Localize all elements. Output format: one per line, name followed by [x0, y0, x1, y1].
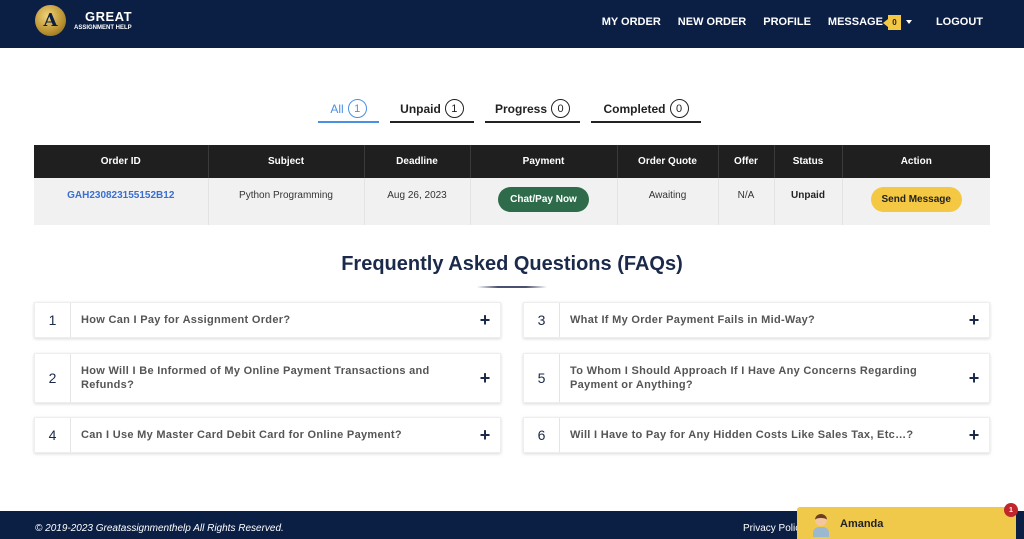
plus-icon[interactable]: +	[470, 368, 500, 389]
top-navbar: A GREAT ASSIGNMENT HELP MY ORDER NEW ORD…	[0, 0, 1024, 48]
offer-cell: N/A	[718, 178, 775, 225]
plus-icon[interactable]: +	[470, 425, 500, 446]
faq-item[interactable]: 6 Will I Have to Pay for Any Hidden Cost…	[523, 417, 990, 453]
nav-message[interactable]: MESSAGE	[828, 16, 883, 28]
plus-icon[interactable]: +	[470, 310, 500, 331]
order-filter-tabs: All 1 Unpaid 1 Progress 0 Completed 0	[318, 96, 712, 123]
tab-count-badge: 1	[347, 99, 367, 118]
copyright-text: © 2019-2023 Greatassignmenthelp All Righ…	[35, 523, 284, 534]
faq-question: Will I Have to Pay for Any Hidden Costs …	[570, 429, 914, 441]
col-subject: Subject	[208, 145, 365, 178]
col-order-id: Order ID	[34, 145, 209, 178]
faq-question: Can I Use My Master Card Debit Card for …	[81, 429, 402, 441]
col-status: Status	[774, 145, 843, 178]
faq-number: 6	[524, 418, 560, 452]
tab-count-badge: 0	[669, 99, 689, 118]
tab-progress[interactable]: Progress 0	[485, 96, 580, 123]
orders-table: Order ID Subject Deadline Payment Order …	[34, 145, 990, 225]
faq-question: How Will I Be Informed of My Online Paym…	[81, 365, 430, 391]
tab-label: Completed	[603, 101, 666, 116]
faq-number: 2	[35, 354, 71, 402]
tab-label: All	[330, 101, 344, 116]
send-message-button[interactable]: Send Message	[870, 187, 962, 212]
faq-item[interactable]: 2 How Will I Be Informed of My Online Pa…	[34, 353, 501, 403]
faq-number: 3	[524, 303, 560, 337]
message-count-badge: 0	[882, 14, 901, 30]
tab-completed[interactable]: Completed 0	[591, 96, 701, 123]
heading-divider	[477, 286, 547, 288]
plus-icon[interactable]: +	[959, 368, 989, 389]
faq-number: 4	[35, 418, 71, 452]
table-row: GAH230823155152B12 Python Programming Au…	[34, 178, 990, 225]
status-badge: Unpaid	[791, 190, 825, 201]
faq-number: 5	[524, 354, 560, 402]
caret-down-icon[interactable]	[905, 20, 912, 24]
main-nav: MY ORDER NEW ORDER PROFILE MESSAGE 0 LOG…	[602, 0, 1024, 44]
tab-count-badge: 0	[551, 99, 571, 118]
col-order-quote: Order Quote	[617, 145, 719, 178]
col-action: Action	[842, 145, 990, 178]
col-deadline: Deadline	[364, 145, 471, 178]
nav-profile[interactable]: PROFILE	[763, 16, 811, 28]
plus-icon[interactable]: +	[959, 310, 989, 331]
chat-pay-now-button[interactable]: Chat/Pay Now	[498, 187, 589, 212]
order-id-link[interactable]: GAH230823155152B12	[67, 190, 174, 201]
privacy-policy-link[interactable]: Privacy Polic	[743, 523, 800, 534]
subject-cell: Python Programming	[208, 178, 365, 225]
chat-unread-badge: 1	[1004, 503, 1018, 517]
brand-name: GREAT	[85, 9, 133, 24]
faq-item[interactable]: 1 How Can I Pay for Assignment Order? +	[34, 302, 501, 338]
faq-heading: Frequently Asked Questions (FAQs)	[341, 253, 683, 275]
tab-unpaid[interactable]: Unpaid 1	[390, 96, 474, 123]
brand-tagline: ASSIGNMENT HELP	[74, 25, 132, 31]
tab-count-badge: 1	[444, 99, 464, 118]
faq-item[interactable]: 4 Can I Use My Master Card Debit Card fo…	[34, 417, 501, 453]
chat-agent-name: Amanda	[840, 518, 884, 530]
chat-widget[interactable]: Amanda 1	[797, 503, 1018, 539]
faq-question: How Can I Pay for Assignment Order?	[81, 314, 291, 326]
faq-item[interactable]: 3 What If My Order Payment Fails in Mid-…	[523, 302, 990, 338]
logo-emblem-icon: A	[35, 5, 66, 36]
faq-question: What If My Order Payment Fails in Mid-Wa…	[570, 314, 816, 326]
agent-avatar-icon	[813, 514, 829, 539]
order-quote-cell: Awaiting	[617, 178, 719, 225]
tab-label: Progress	[494, 101, 548, 116]
brand-logo[interactable]: A GREAT ASSIGNMENT HELP	[35, 5, 132, 36]
faq-question: To Whom I Should Approach If I Have Any …	[570, 365, 918, 391]
nav-logout[interactable]: LOGOUT	[936, 16, 983, 28]
plus-icon[interactable]: +	[959, 425, 989, 446]
nav-my-order[interactable]: MY ORDER	[602, 16, 661, 28]
faq-item[interactable]: 5 To Whom I Should Approach If I Have An…	[523, 353, 990, 403]
table-header-row: Order ID Subject Deadline Payment Order …	[34, 145, 990, 178]
faq-number: 1	[35, 303, 71, 337]
tab-all[interactable]: All 1	[318, 96, 379, 123]
col-offer: Offer	[718, 145, 775, 178]
col-payment: Payment	[470, 145, 618, 178]
nav-new-order[interactable]: NEW ORDER	[678, 16, 746, 28]
nav-message-dropdown[interactable]: MESSAGE 0	[828, 14, 912, 30]
tab-label: Unpaid	[400, 101, 441, 116]
deadline-cell: Aug 26, 2023	[364, 178, 471, 225]
